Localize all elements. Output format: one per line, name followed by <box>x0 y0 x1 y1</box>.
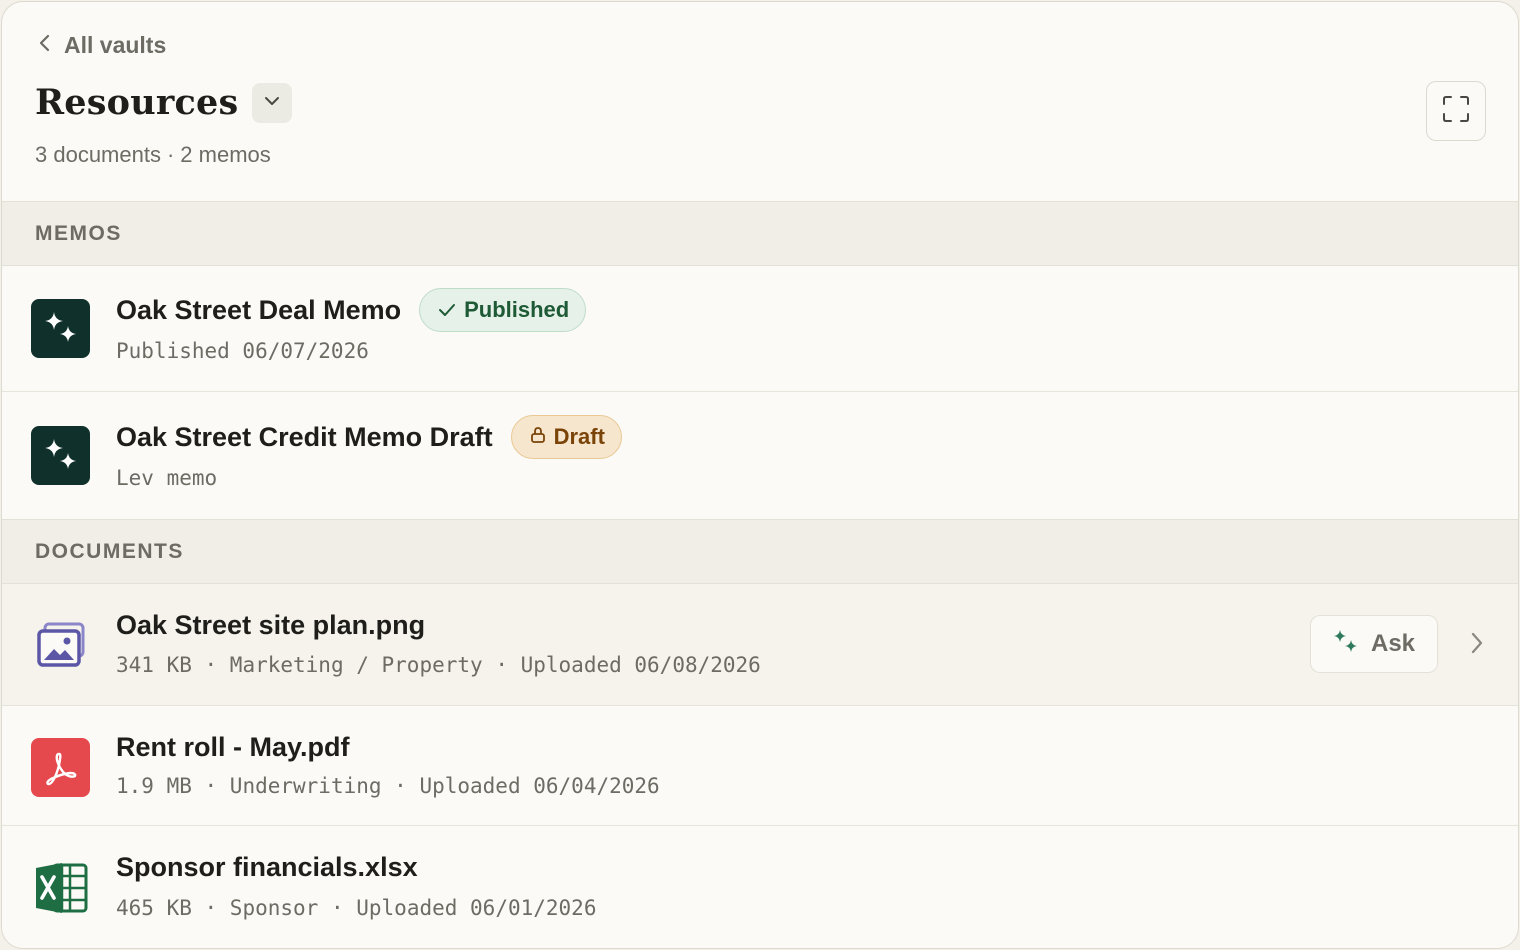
memo-title-line: Oak Street Credit Memo Draft Draft <box>116 415 622 459</box>
meta-separator: · <box>191 653 230 677</box>
back-to-all-vaults-link[interactable]: All vaults <box>38 32 166 59</box>
sparkle-icon <box>1333 629 1359 660</box>
memos-count: 2 memos <box>180 142 271 167</box>
title-row: Resources <box>35 82 293 123</box>
document-row[interactable]: Sponsor financials.xlsx 465 KB · Sponsor… <box>2 826 1518 948</box>
memo-title: Oak Street Credit Memo Draft <box>116 421 493 452</box>
memos-section-header: MEMOS <box>2 201 1518 266</box>
document-category: Underwriting <box>229 774 382 798</box>
document-title-line: Rent roll - May.pdf <box>116 732 350 763</box>
meta-separator: · <box>318 896 357 920</box>
document-size: 341 KB <box>116 653 192 677</box>
document-size: 1.9 MB <box>116 774 192 798</box>
memo-sparkle-icon <box>31 299 90 358</box>
memo-subtitle: Lev memo <box>116 466 218 490</box>
check-icon <box>438 297 456 323</box>
memo-title-line: Oak Street Deal Memo Published <box>116 288 587 332</box>
memos-section-heading: MEMOS <box>35 221 122 245</box>
document-category: Sponsor <box>229 896 319 920</box>
memo-row[interactable]: Oak Street Credit Memo Draft Draft Lev m… <box>2 392 1518 520</box>
meta-separator: · <box>191 896 230 920</box>
chevron-right-icon[interactable] <box>1470 630 1484 661</box>
excel-file-icon <box>31 858 90 917</box>
meta-separator: · <box>191 774 230 798</box>
document-title-line: Sponsor financials.xlsx <box>116 852 418 883</box>
draft-badge-label: Draft <box>553 424 605 449</box>
document-uploaded: Uploaded 06/01/2026 <box>356 896 597 920</box>
resource-summary: 3 documents · 2 memos <box>35 142 271 168</box>
memo-title: Oak Street Deal Memo <box>116 294 402 325</box>
page-title: Resources <box>35 82 239 123</box>
document-meta: 1.9 MB · Underwriting · Uploaded 06/04/2… <box>116 774 660 798</box>
summary-separator: · <box>166 142 175 167</box>
chevron-down-icon <box>263 94 281 112</box>
document-uploaded: Uploaded 06/04/2026 <box>419 774 660 798</box>
memo-subtitle: Published 06/07/2026 <box>116 339 369 363</box>
memo-sparkle-icon <box>31 426 90 485</box>
document-meta: 341 KB · Marketing / Property · Uploaded… <box>116 653 761 677</box>
ask-button[interactable]: Ask <box>1310 615 1438 673</box>
chevron-left-icon <box>38 33 52 58</box>
memo-row[interactable]: Oak Street Deal Memo Published Published… <box>2 266 1518 392</box>
pdf-file-icon <box>31 738 90 797</box>
document-row[interactable]: Rent roll - May.pdf 1.9 MB · Underwritin… <box>2 706 1518 826</box>
fullscreen-button[interactable] <box>1426 81 1486 141</box>
document-size: 465 KB <box>116 896 192 920</box>
image-file-icon <box>31 615 90 674</box>
back-link-label: All vaults <box>64 32 167 58</box>
published-badge-label: Published <box>464 297 570 322</box>
document-title-line: Oak Street site plan.png <box>116 610 425 641</box>
document-title: Rent roll - May.pdf <box>116 732 350 762</box>
lock-icon <box>530 424 546 450</box>
meta-separator: · <box>482 653 521 677</box>
resources-panel: All vaults Resources 3 documents · 2 memos… <box>1 1 1519 949</box>
document-title: Sponsor financials.xlsx <box>116 852 418 882</box>
document-meta: 465 KB · Sponsor · Uploaded 06/01/2026 <box>116 896 596 920</box>
ask-button-label: Ask <box>1370 630 1416 657</box>
document-category: Marketing / Property <box>229 653 483 677</box>
meta-separator: · <box>381 774 420 798</box>
documents-section-heading: DOCUMENTS <box>35 539 184 563</box>
vault-switcher-button[interactable] <box>252 82 293 123</box>
documents-count: 3 documents <box>35 142 161 167</box>
documents-section-header: DOCUMENTS <box>2 519 1518 584</box>
published-badge: Published <box>419 288 587 332</box>
document-row[interactable]: Oak Street site plan.png 341 KB · Market… <box>2 584 1518 706</box>
fullscreen-icon <box>1441 94 1471 129</box>
document-title: Oak Street site plan.png <box>116 610 426 640</box>
draft-badge: Draft <box>510 415 622 459</box>
document-uploaded: Uploaded 06/08/2026 <box>520 653 761 677</box>
